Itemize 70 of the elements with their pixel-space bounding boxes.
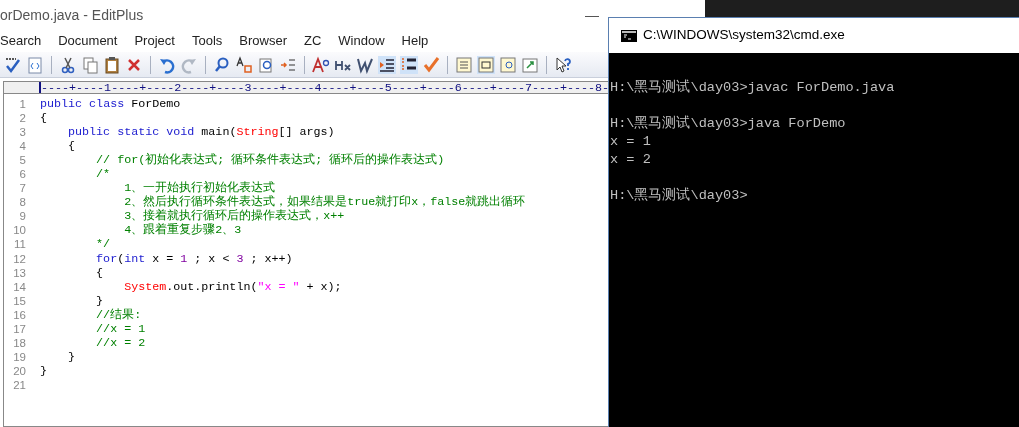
line-number: 17 [12,321,26,336]
line-number: 10 [12,223,26,238]
indent-icon[interactable] [378,55,396,74]
code-line: //x = 2 [95,335,146,350]
code-line: { [40,111,47,126]
line-number: 4 [18,139,26,154]
font-icon[interactable] [312,55,330,74]
code-line: 1、一开始执行初始化表达式 [123,181,276,196]
window-title: C:\WINDOWS\system32\cmd.exe [643,26,845,45]
console-line: x = 1 [610,134,651,149]
line-number-icon[interactable] [400,55,418,74]
layout-window-icon[interactable] [477,55,495,74]
menu-item[interactable]: Tools [191,31,223,51]
scissors-icon[interactable] [59,55,77,74]
line-number: 20 [12,363,26,378]
code-line: 2、然后执行循环条件表达式，如果结果是true就打印x，false就跳出循环 [123,195,526,210]
code-line: 4、跟着重复步骤2、3 [123,223,242,238]
code-line: System.out.println("x = " + x); [123,279,342,294]
code-file-icon[interactable] [26,55,44,74]
code-line: //x = 1 [95,321,146,336]
menu-item[interactable]: Help [401,31,429,51]
code-line: } [40,363,47,378]
line-number: 7 [18,181,26,196]
code-line: // for(初始化表达式; 循环条件表达式; 循环后的操作表达式) [95,153,445,168]
line-number: 14 [12,279,26,294]
spellcheck-icon[interactable] [4,55,22,74]
line-number: 12 [12,251,26,266]
code-line: 3、接着就执行循环后的操作表达式，x++ [123,209,345,224]
code-line: */ [95,237,111,252]
code-line: for(int x = 1 ; x < 3 ; x++) [95,251,293,266]
line-number: 13 [12,265,26,280]
line-number: 11 [13,237,26,252]
line-number: 21 [12,377,26,392]
line-number: 9 [18,209,26,224]
line-number: 3 [18,125,26,140]
code-line: } [67,349,76,364]
code-line: //结果: [95,307,142,322]
console-line: H:\黑马测试\day03>javac ForDemo.java [610,80,895,95]
search-icon[interactable] [213,55,231,74]
menu-item[interactable]: Search [0,31,42,51]
console-line: H:\黑马测试\day03>java ForDemo [610,116,846,131]
menu-item[interactable]: ZC [303,31,322,51]
code-line: public static void main(String[] args) [67,125,335,140]
clipboard-icon[interactable] [103,55,121,74]
line-number: 15 [12,293,26,308]
line-number: 1 [18,97,26,111]
console-icon [621,29,637,42]
window-title: orDemo.java - EditPlus [0,5,144,25]
line-number: 16 [12,307,26,322]
line-number: 19 [12,349,26,364]
code-line: public class ForDemo [40,97,181,111]
menu-item[interactable]: Window [338,31,385,51]
help-cursor-icon[interactable] [554,55,572,74]
menu-item[interactable]: Document [58,31,118,51]
line-number: 18 [12,335,26,350]
code-line: /* [95,167,111,182]
line-number: 2 [18,111,26,126]
minimize-button[interactable]: — [585,4,599,26]
code-line: { [95,265,104,280]
menu-item[interactable]: Project [134,31,175,51]
console-line: x = 2 [610,152,651,167]
line-number: 5 [18,153,26,168]
menu-item[interactable]: Browser [239,31,287,51]
code-line: { [67,139,76,154]
line-number: 6 [18,167,26,182]
checkmark-icon[interactable] [422,55,440,74]
console-line: H:\黑马测试\day03> [610,188,748,203]
replace-icon[interactable] [235,55,253,74]
line-number: 8 [18,195,26,210]
code-line: } [95,293,104,308]
